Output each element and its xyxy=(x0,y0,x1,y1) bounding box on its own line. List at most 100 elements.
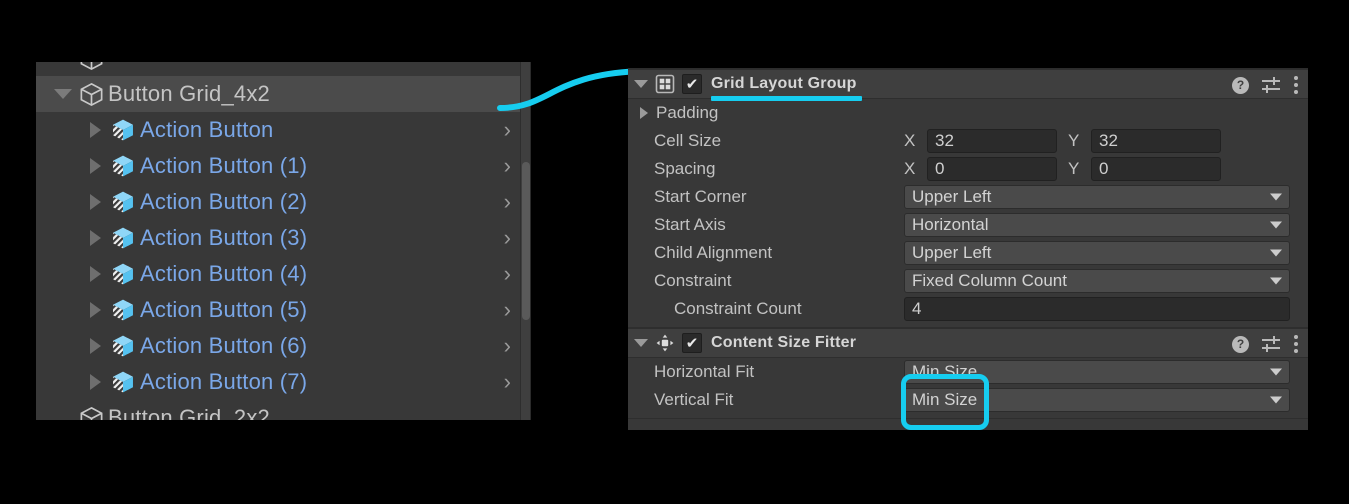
prefab-cube-icon xyxy=(106,261,140,287)
component-title: Grid Layout Group xyxy=(711,75,862,101)
hierarchy-row-label: Button Grid_4x2 xyxy=(108,81,270,106)
hierarchy-row-label: Action Button xyxy=(140,117,274,142)
component-enabled-checkbox[interactable]: ✔ xyxy=(682,74,702,94)
property-label: Constraint xyxy=(654,271,732,290)
hierarchy-row-label: Action Button (4) xyxy=(140,261,308,286)
x-value-field[interactable]: 32 xyxy=(927,129,1057,153)
property-row: Constraint Fixed Column Count xyxy=(628,267,1308,295)
chevron-down-icon[interactable] xyxy=(1270,368,1282,376)
dropdown-field[interactable]: Upper Left xyxy=(904,241,1290,265)
prefab-cube-icon xyxy=(113,299,133,321)
component-header[interactable]: ✔ Content Size Fitter? xyxy=(628,328,1308,358)
prefab-cube-icon xyxy=(113,119,133,141)
hierarchy-row[interactable]: Button Grid_2x2 xyxy=(36,400,530,420)
hierarchy-row-label: Action Button (3) xyxy=(140,225,308,250)
kebab-menu-icon[interactable] xyxy=(1293,335,1298,353)
hierarchy-row[interactable]: Action Button (7) › xyxy=(36,364,530,400)
open-prefab-chevron-icon[interactable]: › xyxy=(504,189,511,215)
open-prefab-chevron-icon[interactable]: › xyxy=(504,369,511,395)
foldout-collapsed-icon[interactable] xyxy=(84,328,106,364)
open-prefab-chevron-icon[interactable]: › xyxy=(504,225,511,251)
property-label: Start Axis xyxy=(654,215,726,234)
inspector-panel: ✔ Grid Layout Group? Padding Cell Size X 32 Y 3… xyxy=(628,68,1308,430)
chevron-down-icon[interactable] xyxy=(1270,193,1282,201)
axis-y-label: Y xyxy=(1068,159,1080,178)
foldout-collapsed-icon[interactable] xyxy=(84,220,106,256)
dropdown-field[interactable]: Min Size xyxy=(904,388,1290,412)
open-prefab-chevron-icon[interactable]: › xyxy=(504,297,511,323)
property-label: Cell Size xyxy=(654,131,722,150)
content-size-fitter-icon xyxy=(654,332,676,354)
hierarchy-row-label: Action Button (2) xyxy=(140,189,308,214)
dropdown-field[interactable]: Horizontal xyxy=(904,213,1290,237)
y-value-field[interactable]: 0 xyxy=(1091,157,1221,181)
chevron-down-icon[interactable] xyxy=(1270,277,1282,285)
screenshot-root: Button Grid_4x2 Action Button › Action Butt… xyxy=(0,0,1349,504)
hierarchy-row[interactable]: Action Button (2) › xyxy=(36,184,530,220)
chevron-down-icon[interactable] xyxy=(1270,221,1282,229)
hierarchy-row[interactable]: Action Button (3) › xyxy=(36,220,530,256)
y-value-field[interactable]: 32 xyxy=(1091,129,1221,153)
chevron-down-icon[interactable] xyxy=(1270,396,1282,404)
hierarchy-row[interactable] xyxy=(36,62,530,76)
foldout-collapsed-icon[interactable] xyxy=(84,292,106,328)
property-row: Constraint Count 4 xyxy=(628,295,1308,323)
foldout-expanded-icon[interactable] xyxy=(52,76,74,112)
hierarchy-row[interactable]: Button Grid_4x2 xyxy=(36,76,530,112)
hierarchy-row-label: Action Button (6) xyxy=(140,333,308,358)
padding-foldout-icon[interactable] xyxy=(640,107,648,119)
hierarchy-row-list: Button Grid_4x2 Action Button › Action Butt… xyxy=(36,62,530,420)
open-prefab-chevron-icon[interactable]: › xyxy=(504,333,511,359)
foldout-collapsed-icon[interactable] xyxy=(84,256,106,292)
open-prefab-chevron-icon[interactable]: › xyxy=(504,153,511,179)
hierarchy-scrollbar-thumb[interactable] xyxy=(522,162,530,320)
chevron-down-icon[interactable] xyxy=(1270,249,1282,257)
number-field[interactable]: 4 xyxy=(904,297,1290,321)
hierarchy-row[interactable]: Action Button (4) › xyxy=(36,256,530,292)
property-row: Spacing X 0 Y 0 xyxy=(628,155,1308,183)
prefab-cube-icon xyxy=(106,369,140,395)
component-header[interactable]: ✔ Grid Layout Group? xyxy=(628,69,1308,101)
property-label: Vertical Fit xyxy=(654,390,734,409)
prefab-cube-icon xyxy=(113,155,133,177)
open-prefab-chevron-icon[interactable]: › xyxy=(504,261,511,287)
component-enabled-checkbox[interactable]: ✔ xyxy=(682,333,702,353)
gameobject-cube-icon xyxy=(74,81,108,108)
property-label: Spacing xyxy=(654,159,716,178)
foldout-collapsed-icon[interactable] xyxy=(84,364,106,400)
gameobject-cube-icon xyxy=(80,82,102,106)
grid-layout-icon xyxy=(654,73,676,95)
property-label[interactable]: Padding xyxy=(628,103,904,123)
foldout-collapsed-icon[interactable] xyxy=(84,112,106,148)
help-icon[interactable]: ? xyxy=(1232,76,1249,94)
dropdown-field[interactable]: Fixed Column Count xyxy=(904,269,1290,293)
component-foldout-icon[interactable] xyxy=(634,80,648,88)
axis-y-label: Y xyxy=(1068,131,1080,150)
preset-icon[interactable] xyxy=(1262,336,1280,352)
hierarchy-row-label: Action Button (5) xyxy=(140,297,308,322)
property-label: Horizontal Fit xyxy=(654,362,755,381)
hierarchy-row-label: Action Button (1) xyxy=(140,153,308,178)
preset-icon[interactable] xyxy=(1262,77,1280,93)
foldout-spacer[interactable] xyxy=(52,62,74,76)
prefab-cube-icon xyxy=(113,335,133,357)
dropdown-field[interactable]: Upper Left xyxy=(904,185,1290,209)
hierarchy-row[interactable]: Action Button (6) › xyxy=(36,328,530,364)
foldout-collapsed-icon[interactable] xyxy=(84,148,106,184)
help-icon[interactable]: ? xyxy=(1232,335,1249,353)
dropdown-field[interactable]: Min Size xyxy=(904,360,1290,384)
kebab-menu-icon[interactable] xyxy=(1293,76,1298,94)
foldout-collapsed-icon[interactable] xyxy=(84,184,106,220)
prefab-cube-icon xyxy=(106,225,140,251)
property-row: Start Axis Horizontal xyxy=(628,211,1308,239)
foldout-spacer[interactable] xyxy=(52,400,74,420)
hierarchy-row[interactable]: Action Button (5) › xyxy=(36,292,530,328)
hierarchy-row[interactable]: Action Button › xyxy=(36,112,530,148)
prefab-cube-icon xyxy=(106,333,140,359)
property-label: Start Corner xyxy=(654,187,747,206)
component-foldout-icon[interactable] xyxy=(634,339,648,347)
x-value-field[interactable]: 0 xyxy=(927,157,1057,181)
prefab-cube-icon xyxy=(113,371,133,393)
hierarchy-row[interactable]: Action Button (1) › xyxy=(36,148,530,184)
property-row: Cell Size X 32 Y 32 xyxy=(628,127,1308,155)
